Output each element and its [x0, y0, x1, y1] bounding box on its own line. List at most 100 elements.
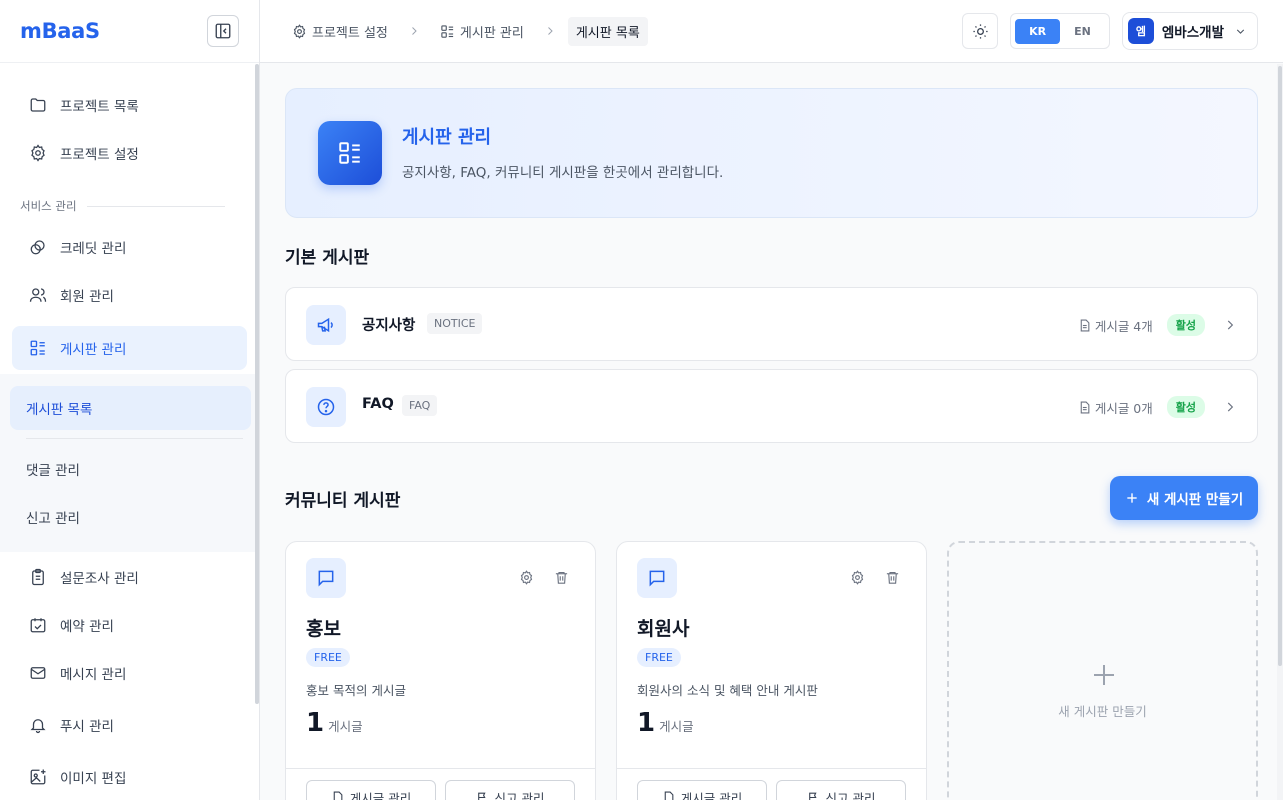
coins-icon — [28, 237, 48, 257]
hero-banner: 게시판 관리 공지사항, FAQ, 커뮤니티 게시판을 한곳에서 관리합니다. — [285, 88, 1258, 218]
button-label: 신고 관리 — [494, 790, 545, 800]
sidebar-item-image-edit[interactable]: 이미지 편집 — [12, 755, 247, 799]
board-card-members[interactable]: 회원사 FREE 회원사의 소식 및 혜택 안내 게시판 1 게시글 게시글 관… — [616, 541, 927, 800]
section-title-basic: 기본 게시판 — [285, 248, 370, 268]
board-meta: 게시글 0개 활성 — [1078, 396, 1237, 418]
delete-button[interactable] — [885, 570, 900, 585]
sidebar-collapse-button[interactable] — [207, 15, 239, 47]
board-name: 공지사항 — [362, 318, 416, 334]
sidebar-item-members[interactable]: 회원 관리 — [12, 273, 247, 317]
bell-icon — [28, 715, 48, 735]
trash-icon — [886, 571, 899, 584]
card-tools — [499, 570, 569, 585]
gear-icon — [28, 143, 48, 163]
sidebar-header: mBaaS — [0, 0, 259, 63]
sidebar-item-credits[interactable]: 크레딧 관리 — [12, 225, 247, 269]
new-board-card[interactable]: 새 게시판 만들기 — [947, 541, 1258, 800]
board-code-tag: FAQ — [402, 395, 438, 416]
page-title: 게시판 관리 — [402, 127, 492, 148]
section-label-services: 서비스 관리 — [20, 198, 225, 214]
plus-icon — [1125, 491, 1139, 505]
user-name: 엠바스개발 — [1161, 25, 1224, 41]
submenu-item-comments[interactable]: 댓글 관리 — [10, 447, 251, 491]
sidebar-item-boards[interactable]: 게시판 관리 — [12, 326, 247, 370]
chat-bubble-icon — [306, 558, 346, 598]
board-list-icon — [28, 338, 48, 358]
sun-icon — [973, 23, 988, 39]
post-count-unit: 게시글 — [659, 719, 694, 734]
button-label: 신고 관리 — [825, 790, 876, 800]
section-title-community: 커뮤니티 게시판 — [285, 491, 401, 511]
board-row-faq[interactable]: FAQ FAQ 게시글 0개 활성 — [285, 369, 1258, 443]
question-circle-icon — [306, 387, 346, 427]
trash-icon — [555, 571, 568, 584]
manage-posts-button[interactable]: 게시글 관리 — [306, 780, 436, 800]
board-row-notice[interactable]: 공지사항 NOTICE 게시글 4개 활성 — [285, 287, 1258, 361]
chevron-right-icon — [408, 25, 420, 37]
sidebar-item-messages[interactable]: 메시지 관리 — [12, 651, 247, 695]
theme-toggle-button[interactable] — [962, 13, 999, 49]
board-card-promo[interactable]: 홍보 FREE 홍보 목적의 게시글 1 게시글 게시글 관리 신고 관리 — [285, 541, 596, 800]
breadcrumb-label: 프로젝트 설정 — [312, 25, 388, 41]
lang-kr-button[interactable]: KR — [1015, 18, 1061, 44]
breadcrumb-item-board-management[interactable]: 게시판 관리 — [432, 17, 532, 46]
settings-button[interactable] — [519, 570, 534, 585]
chevron-right-icon — [1223, 318, 1237, 332]
status-badge: 활성 — [1166, 314, 1205, 336]
post-count: 1 게시글 — [637, 708, 694, 738]
sidebar-item-surveys[interactable]: 설문조사 관리 — [12, 555, 247, 599]
manage-reports-button[interactable]: 신고 관리 — [776, 780, 906, 800]
gear-icon — [520, 570, 533, 585]
new-board-card-label: 새 게시판 만들기 — [1058, 704, 1147, 719]
gear-icon — [292, 23, 307, 39]
document-icon — [662, 791, 675, 800]
board-meta: 게시글 4개 활성 — [1078, 314, 1237, 336]
manage-reports-button[interactable]: 신고 관리 — [445, 780, 575, 800]
card-divider — [286, 768, 595, 769]
sidebar-item-label: 예약 관리 — [60, 619, 114, 635]
breadcrumb-item-project-settings[interactable]: 프로젝트 설정 — [284, 17, 396, 46]
document-icon — [1078, 319, 1091, 332]
sidebar-item-label: 크레딧 관리 — [60, 241, 127, 257]
breadcrumb: 프로젝트 설정 게시판 관리 게시판 목록 — [284, 16, 648, 46]
board-list-icon — [440, 24, 455, 39]
avatar: 엠 — [1127, 18, 1154, 44]
boards-submenu: 게시판 목록 댓글 관리 신고 관리 — [0, 374, 258, 552]
main-scrollbar[interactable] — [1277, 64, 1283, 800]
sidebar-collapse-icon — [215, 23, 231, 39]
user-menu-button[interactable]: 엠 엠바스개발 — [1121, 12, 1258, 50]
sidebar-item-label: 푸시 관리 — [60, 719, 114, 735]
delete-button[interactable] — [554, 570, 569, 585]
sidebar-item-label: 프로젝트 설정 — [60, 147, 139, 163]
document-icon — [1078, 401, 1091, 414]
header-actions: KR EN 엠 엠바스개발 — [962, 12, 1258, 50]
sidebar-item-project-settings[interactable]: 프로젝트 설정 — [12, 131, 247, 175]
chevron-right-icon — [1223, 400, 1237, 414]
board-type-badge: FREE — [306, 648, 350, 667]
settings-button[interactable] — [850, 570, 865, 585]
sidebar-item-label: 이미지 편집 — [60, 771, 127, 787]
breadcrumb-item-current: 게시판 목록 — [567, 16, 648, 46]
brand-logo[interactable]: mBaaS — [20, 19, 100, 43]
sidebar-item-reservations[interactable]: 예약 관리 — [12, 603, 247, 647]
sidebar-scrollbar[interactable] — [255, 64, 259, 704]
submenu-item-board-list[interactable]: 게시판 목록 — [10, 386, 251, 430]
card-description: 홍보 목적의 게시글 — [306, 683, 406, 698]
status-badge: 활성 — [1166, 396, 1205, 418]
card-tools — [830, 570, 900, 585]
post-count: 게시글 4개 — [1094, 318, 1153, 334]
submenu-item-reports[interactable]: 신고 관리 — [10, 495, 251, 539]
post-count-number: 1 — [306, 708, 325, 738]
sidebar-item-label: 프로젝트 목록 — [60, 99, 139, 115]
new-board-button[interactable]: 새 게시판 만들기 — [1110, 476, 1258, 520]
post-count-unit: 게시글 — [328, 719, 363, 734]
manage-posts-button[interactable]: 게시글 관리 — [637, 780, 767, 800]
lang-en-button[interactable]: EN — [1060, 19, 1105, 44]
sidebar-item-push[interactable]: 푸시 관리 — [12, 703, 247, 747]
page-subtitle: 공지사항, FAQ, 커뮤니티 게시판을 한곳에서 관리합니다. — [402, 165, 724, 181]
top-header: 프로젝트 설정 게시판 관리 게시판 목록 KR EN 엠 엠바스개발 — [260, 0, 1283, 63]
chevron-right-icon — [544, 25, 556, 37]
users-icon — [28, 285, 48, 305]
sidebar-item-project-list[interactable]: 프로젝트 목록 — [12, 83, 247, 127]
button-label: 게시글 관리 — [680, 790, 743, 800]
